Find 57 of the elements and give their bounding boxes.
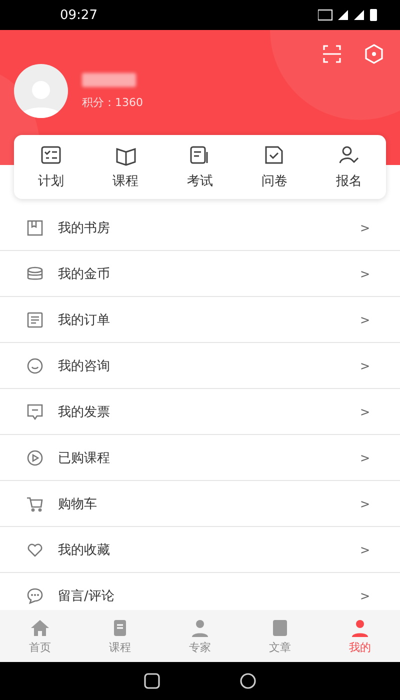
article-icon xyxy=(270,618,290,638)
points-text: 积分：1360 xyxy=(82,94,143,110)
menu-row[interactable]: 我的金币 > xyxy=(0,251,400,297)
chevron-icon: > xyxy=(360,542,370,556)
menu-label: 留言/评论 xyxy=(58,588,116,604)
person-icon xyxy=(350,618,370,638)
status-icons xyxy=(318,9,378,21)
menu-label: 我的收藏 xyxy=(58,542,111,558)
menu-row[interactable]: 我的发票 > xyxy=(0,389,400,435)
smile-icon xyxy=(26,356,44,374)
speech-bubble-icon xyxy=(26,586,44,604)
settings-icon[interactable] xyxy=(364,44,384,64)
document-icon xyxy=(26,310,44,328)
cart-icon xyxy=(26,494,44,512)
menu-label: 购物车 xyxy=(58,496,98,512)
chevron-icon: > xyxy=(360,358,370,372)
person-icon xyxy=(190,618,210,638)
person-check-icon xyxy=(338,144,360,166)
menu-label: 已购课程 xyxy=(58,450,111,466)
menu-label: 我的订单 xyxy=(58,312,111,328)
chevron-icon: > xyxy=(360,404,370,418)
scan-icon[interactable] xyxy=(322,44,342,64)
chevron-icon: > xyxy=(360,220,370,234)
menu-row[interactable]: 我的书房 > xyxy=(0,205,400,251)
shortcut-button[interactable]: 报名 xyxy=(330,144,368,190)
heart-icon xyxy=(26,540,44,558)
avatar[interactable] xyxy=(14,64,68,118)
chevron-icon: > xyxy=(360,312,370,326)
chevron-icon: > xyxy=(360,588,370,602)
checklist-icon xyxy=(40,144,62,166)
shortcut-button[interactable]: 考试 xyxy=(180,144,219,190)
shortcut-button[interactable]: 计划 xyxy=(32,144,70,190)
play-icon xyxy=(26,448,44,466)
blurred-username xyxy=(82,72,136,86)
coins-icon xyxy=(26,264,44,282)
chevron-icon: > xyxy=(360,266,370,280)
document-pen-icon xyxy=(188,144,211,166)
chevron-icon: > xyxy=(360,496,370,510)
home-nav-icon[interactable] xyxy=(144,673,160,689)
menu-label: 我的咨询 xyxy=(58,358,111,374)
back-nav-icon[interactable] xyxy=(240,673,256,689)
chevron-icon: > xyxy=(360,450,370,464)
menu-row[interactable]: 购物车 > xyxy=(0,481,400,527)
status-time: 09:27 xyxy=(60,8,98,22)
shortcut-button[interactable]: 课程 xyxy=(106,144,145,190)
home-icon xyxy=(30,618,50,638)
menu-row[interactable]: 已购课程 > xyxy=(0,435,400,481)
menu-label: 我的金币 xyxy=(58,266,111,282)
menu-row[interactable]: 我的咨询 > xyxy=(0,343,400,389)
menu-label: 我的书房 xyxy=(58,220,111,236)
receipt-icon xyxy=(26,402,44,420)
bookmark-icon xyxy=(26,218,44,236)
menu-row[interactable]: 我的收藏 > xyxy=(0,527,400,573)
shortcut-button[interactable]: 问卷 xyxy=(255,144,294,190)
checked-document-icon xyxy=(263,144,286,166)
menu-label: 我的发票 xyxy=(58,404,111,420)
menu-row[interactable]: 我的订单 > xyxy=(0,297,400,343)
